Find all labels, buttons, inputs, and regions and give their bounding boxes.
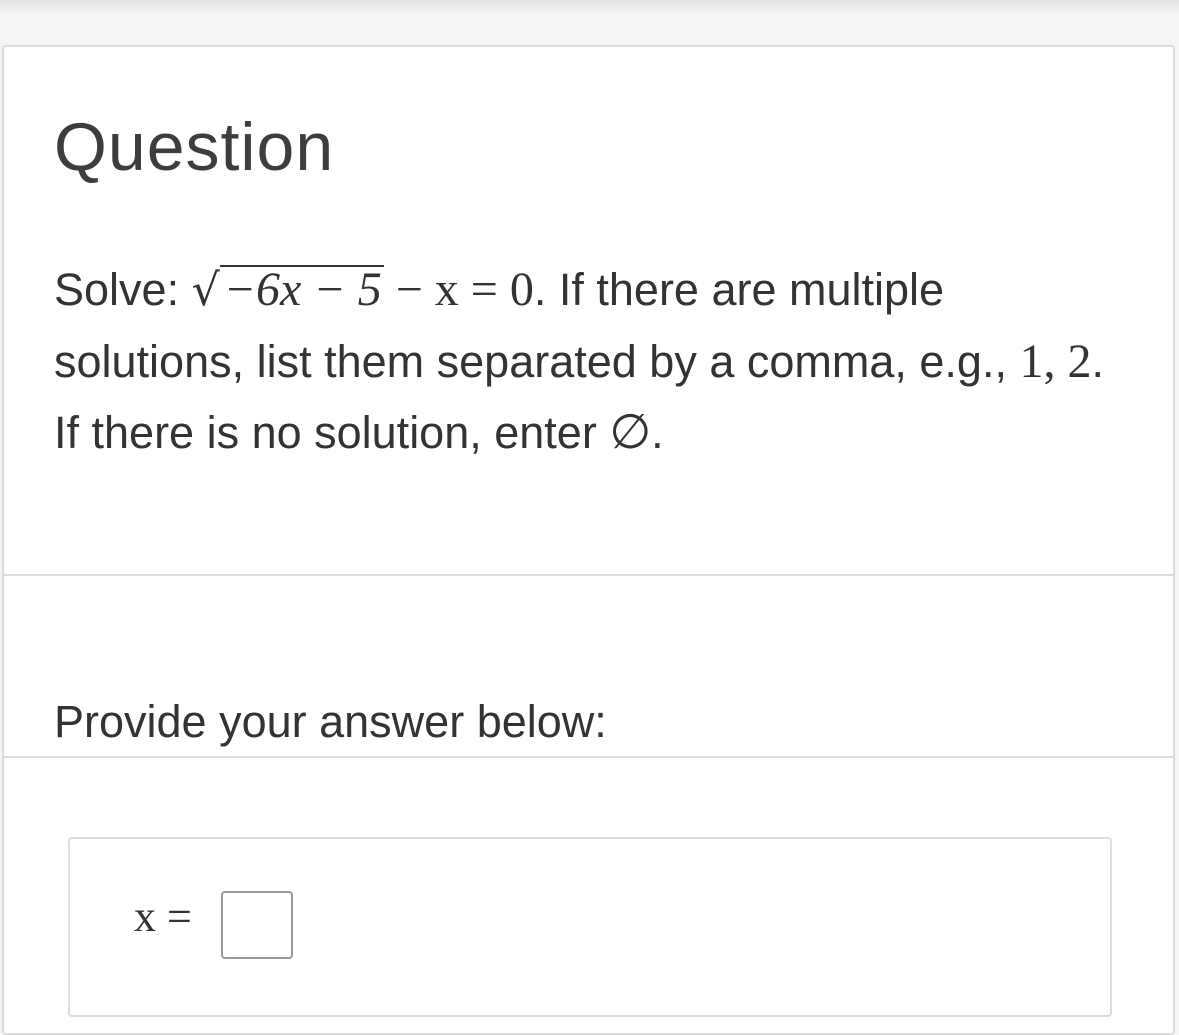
square-root: √−6x − 5: [192, 254, 384, 326]
section-divider: [4, 574, 1173, 576]
radicand: −6x − 5: [219, 265, 384, 314]
top-shadow: [0, 0, 1179, 14]
answer-prompt: Provide your answer below:: [54, 696, 607, 747]
answer-input[interactable]: [221, 891, 293, 959]
question-title: Question: [54, 109, 335, 185]
equation: √−6x − 5 − x = 0: [192, 263, 534, 316]
instructions-part-3: .: [651, 407, 664, 458]
variable-label: x =: [134, 892, 192, 941]
equation-rest: − x = 0: [395, 263, 534, 316]
question-text: Solve: √−6x − 5 − x = 0. If there are mu…: [54, 254, 1114, 468]
example-answer: 1, 2: [1019, 335, 1092, 388]
section-divider: [4, 756, 1173, 758]
solve-label: Solve:: [54, 264, 180, 315]
answer-box: x =: [68, 837, 1112, 1017]
empty-set-symbol: ∅: [609, 406, 652, 459]
radical-icon: √: [191, 265, 220, 316]
question-card: Question Solve: √−6x − 5 − x = 0. If the…: [2, 45, 1175, 1035]
